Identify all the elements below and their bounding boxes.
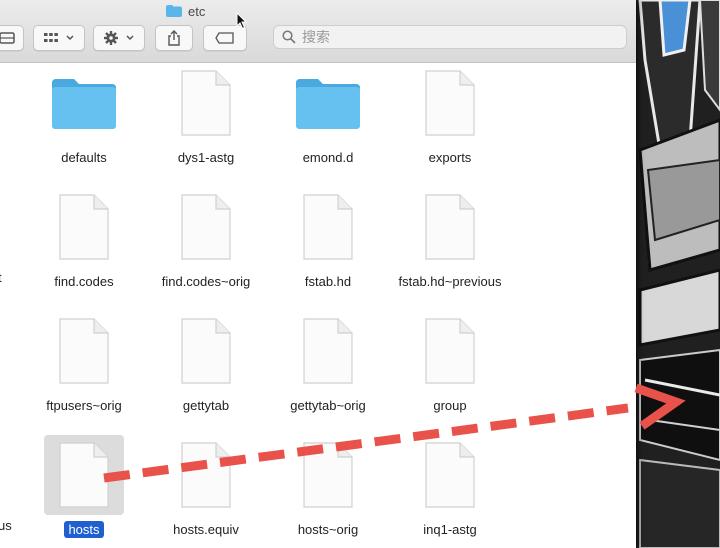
file-item[interactable]: group: [390, 311, 510, 414]
file-item[interactable]: hosts.equiv: [146, 435, 266, 538]
file-item[interactable]: fstab.hd: [268, 187, 388, 290]
folder-icon: [52, 79, 116, 129]
file-name: dys1-astg: [177, 150, 235, 165]
list-view-icon: [0, 32, 15, 44]
file-name: hosts: [64, 521, 104, 538]
document-icon-wrap: [410, 63, 490, 143]
file-item[interactable]: find.codes~orig: [146, 187, 266, 290]
mouse-cursor-icon: [236, 12, 248, 30]
file-item[interactable]: emond.d: [268, 63, 388, 166]
file-item[interactable]: fstab.hd~previous: [390, 187, 510, 290]
file-name: defaults: [61, 150, 107, 165]
folder-icon-wrap: [44, 63, 124, 143]
document-icon-wrap: [288, 311, 368, 391]
toolbar: etc: [0, 0, 636, 63]
action-menu-button[interactable]: [93, 25, 145, 51]
group-view-button[interactable]: [33, 25, 85, 51]
document-icon-wrap: [410, 187, 490, 267]
file-name: find.codes: [54, 274, 114, 289]
file-name: group: [433, 398, 467, 413]
search-icon: [282, 30, 296, 44]
file-name: fstab.hd~previous: [398, 274, 502, 289]
document-icon: [181, 442, 231, 508]
document-icon-wrap: [166, 311, 246, 391]
file-item[interactable]: hosts~orig: [268, 435, 388, 538]
document-icon-wrap: [44, 435, 124, 515]
gear-icon: [104, 31, 118, 45]
document-icon: [181, 194, 231, 260]
document-icon: [59, 318, 109, 384]
file-name: emond.d: [302, 150, 354, 165]
file-item[interactable]: find.codes: [24, 187, 144, 290]
list-view-button[interactable]: [0, 25, 24, 51]
file-name: inq1-astg: [423, 522, 477, 537]
document-icon: [425, 70, 475, 136]
search-input[interactable]: [300, 28, 604, 46]
file-item[interactable]: inq1-astg: [390, 435, 510, 538]
document-icon-wrap: [410, 435, 490, 515]
document-icon-wrap: [166, 63, 246, 143]
folder-icon: [296, 79, 360, 129]
file-item[interactable]: gettytab: [146, 311, 266, 414]
file-item-selected[interactable]: hosts: [24, 435, 144, 538]
document-icon: [59, 442, 109, 508]
chevron-down-icon: [66, 35, 74, 41]
icon-grid-icon: [44, 33, 58, 42]
share-icon: [168, 30, 180, 46]
file-name: fstab.hd: [304, 274, 352, 289]
finder-window: etc 搜索 us defaults dys1-astg emond.d exp…: [0, 0, 636, 548]
file-label-partial: us: [0, 518, 12, 533]
document-icon-wrap: [288, 435, 368, 515]
file-item[interactable]: exports: [390, 63, 510, 166]
document-icon: [59, 194, 109, 260]
window-title: etc: [166, 3, 205, 19]
file-item[interactable]: dys1-astg: [146, 63, 266, 166]
document-icon: [425, 194, 475, 260]
document-icon-wrap: [288, 187, 368, 267]
tag-icon: [215, 32, 234, 44]
document-icon: [303, 442, 353, 508]
file-label-partial: t: [0, 270, 2, 285]
chevron-down-icon: [126, 35, 134, 41]
file-name: hosts.equiv: [173, 522, 239, 537]
document-icon-wrap: [166, 435, 246, 515]
document-icon-wrap: [166, 187, 246, 267]
share-button[interactable]: [155, 25, 193, 51]
document-icon: [303, 318, 353, 384]
document-icon: [181, 70, 231, 136]
file-item[interactable]: ftpusers~orig: [24, 311, 144, 414]
file-item[interactable]: defaults: [24, 63, 144, 166]
search-field[interactable]: [273, 25, 627, 49]
folder-icon: [166, 5, 182, 17]
file-name: ftpusers~orig: [46, 398, 122, 413]
document-icon-wrap: [410, 311, 490, 391]
document-icon: [425, 318, 475, 384]
file-item[interactable]: gettytab~orig: [268, 311, 388, 414]
document-icon: [303, 194, 353, 260]
file-grid: t us defaults dys1-astg: [0, 63, 636, 548]
folder-icon-wrap: [288, 63, 368, 143]
document-icon-wrap: [44, 187, 124, 267]
window-title-text: etc: [188, 3, 206, 19]
document-icon-wrap: [44, 311, 124, 391]
document-icon: [181, 318, 231, 384]
document-icon: [425, 442, 475, 508]
file-name: gettytab: [182, 398, 230, 413]
file-name: find.codes~orig: [161, 274, 251, 289]
file-name: gettytab~orig: [290, 398, 366, 413]
file-name: exports: [428, 150, 472, 165]
file-name: hosts~orig: [297, 522, 359, 537]
